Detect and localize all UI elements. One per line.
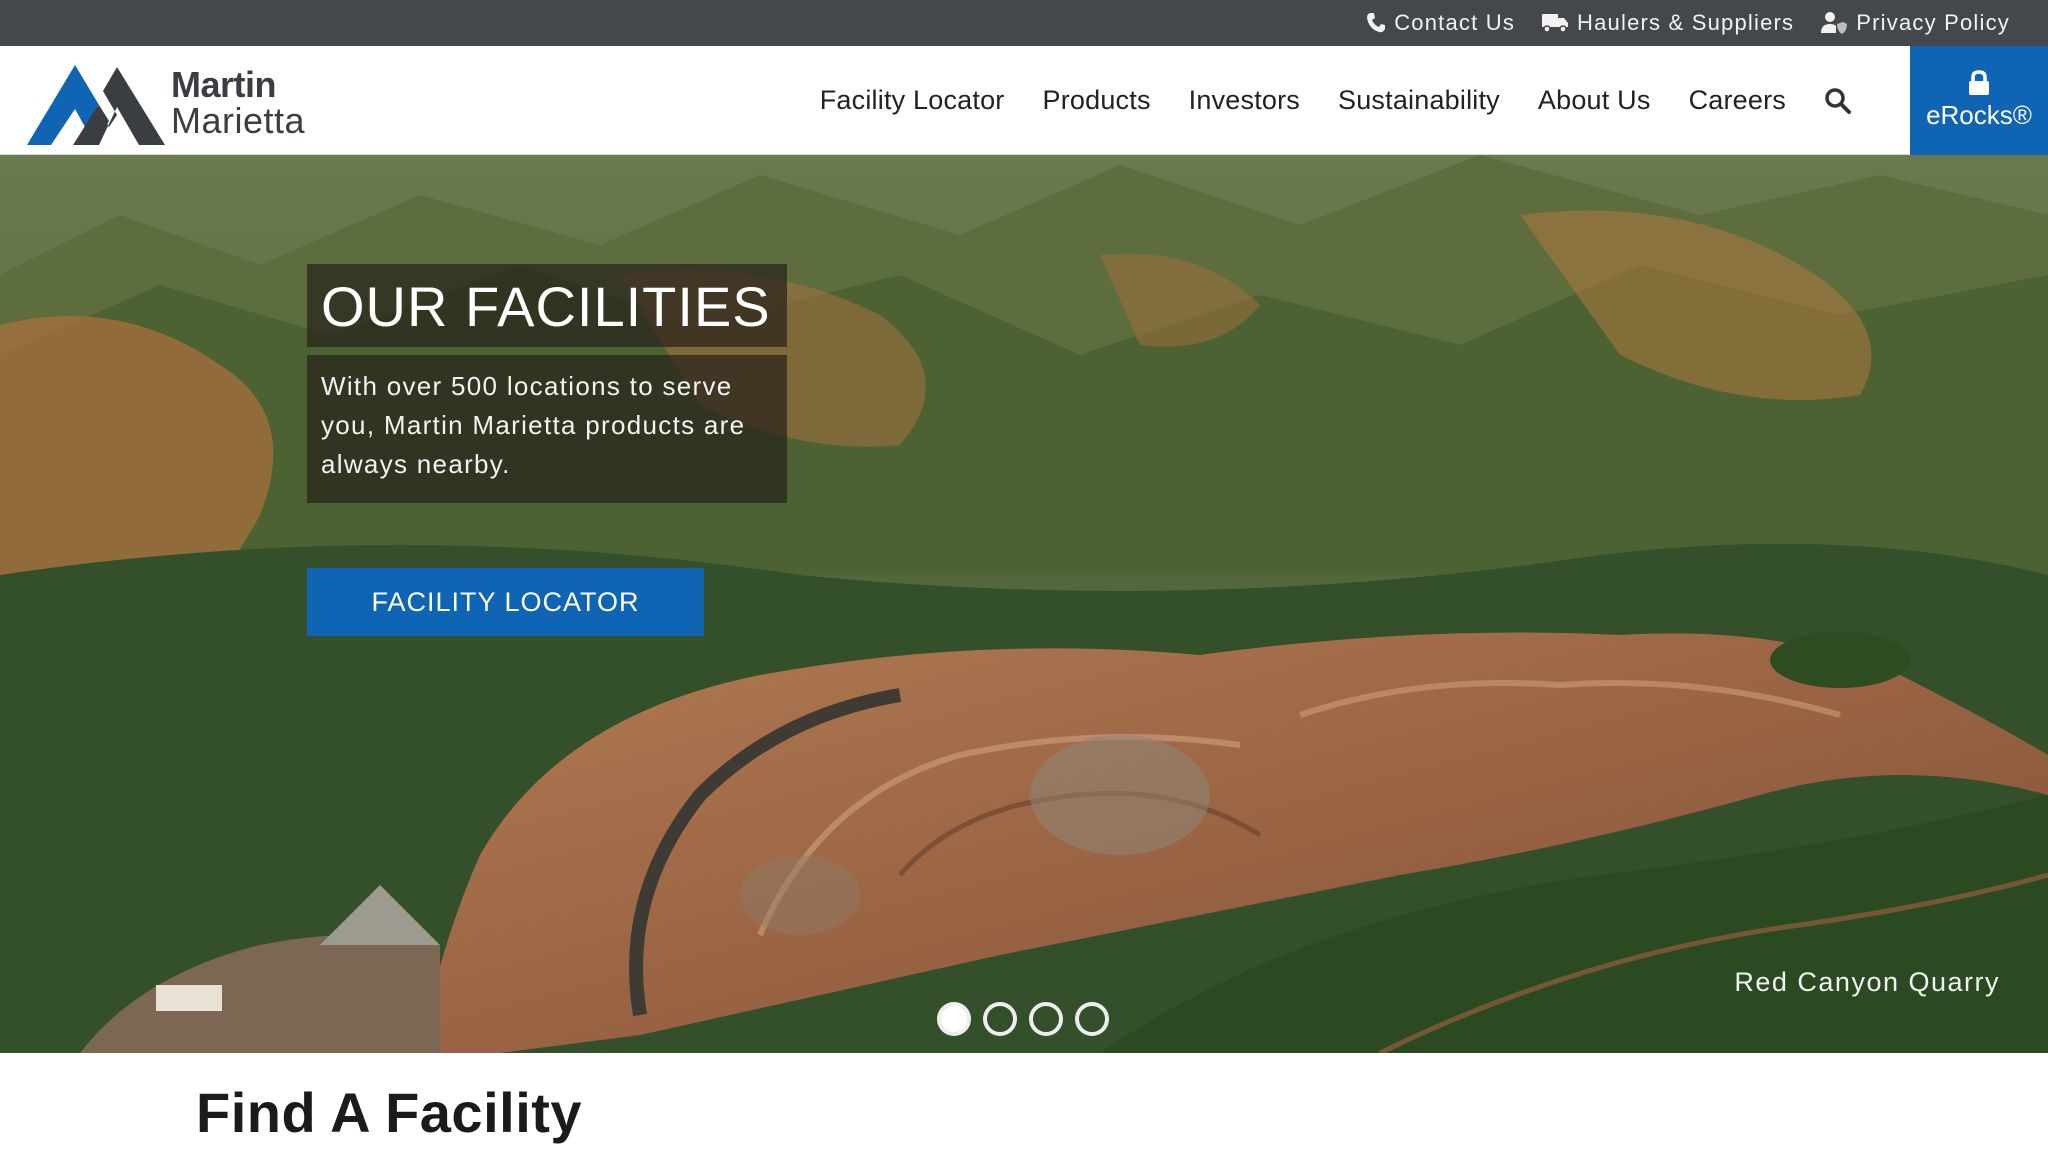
- nav-investors[interactable]: Investors: [1189, 85, 1300, 116]
- primary-nav: Facility Locator Products Investors Sust…: [782, 46, 1852, 155]
- erocks-login-button[interactable]: eRocks®: [1910, 46, 2048, 155]
- carousel-dot-2[interactable]: [983, 1002, 1017, 1036]
- privacy-policy-link[interactable]: Privacy Policy: [1820, 10, 2010, 36]
- hero-title: OUR FACILITIES: [321, 275, 771, 338]
- hero-title-box: OUR FACILITIES: [307, 264, 787, 347]
- utility-bar: Contact Us Haulers & Suppliers Privacy P…: [0, 0, 2048, 46]
- contact-us-label: Contact Us: [1394, 10, 1516, 35]
- nav-careers[interactable]: Careers: [1689, 85, 1786, 116]
- logo-wordmark: Martin Marietta: [171, 67, 305, 139]
- haulers-suppliers-link[interactable]: Haulers & Suppliers: [1541, 10, 1794, 36]
- hero-subtitle: With over 500 locations to serve you, Ma…: [321, 371, 746, 479]
- hero-carousel: OUR FACILITIES With over 500 locations t…: [0, 155, 2048, 1053]
- search-icon: [1825, 87, 1851, 114]
- nav-products[interactable]: Products: [1043, 85, 1151, 116]
- phone-icon: [1367, 13, 1386, 33]
- lock-icon: [1969, 70, 1989, 95]
- erocks-label: eRocks®: [1926, 100, 2032, 130]
- mountain-logo-icon: [27, 65, 165, 145]
- carousel-dot-3[interactable]: [1029, 1002, 1063, 1036]
- carousel-dot-1[interactable]: [937, 1002, 971, 1036]
- truck-icon: [1542, 14, 1569, 33]
- image-caption: Red Canyon Quarry: [1734, 967, 2000, 997]
- main-header: Martin Marietta Facility Locator Product…: [0, 46, 2048, 155]
- logo-line1: Martin: [171, 64, 277, 105]
- nav-sustainability[interactable]: Sustainability: [1338, 85, 1500, 116]
- logo-line2: Marietta: [171, 100, 306, 141]
- search-button[interactable]: [1824, 87, 1852, 115]
- company-logo[interactable]: Martin Marietta: [27, 58, 327, 148]
- contact-us-link[interactable]: Contact Us: [1366, 10, 1515, 36]
- nav-about-us[interactable]: About Us: [1538, 85, 1651, 116]
- facility-locator-button[interactable]: FACILITY LOCATOR: [307, 568, 704, 636]
- section-title: Find A Facility: [196, 1081, 583, 1144]
- carousel-dots: [937, 1002, 1121, 1036]
- haulers-suppliers-label: Haulers & Suppliers: [1577, 10, 1795, 35]
- hero-subtitle-box: With over 500 locations to serve you, Ma…: [307, 355, 787, 503]
- user-shield-icon: [1821, 12, 1848, 34]
- carousel-dot-4[interactable]: [1075, 1002, 1109, 1036]
- privacy-policy-label: Privacy Policy: [1856, 10, 2010, 35]
- nav-facility-locator[interactable]: Facility Locator: [820, 85, 1005, 116]
